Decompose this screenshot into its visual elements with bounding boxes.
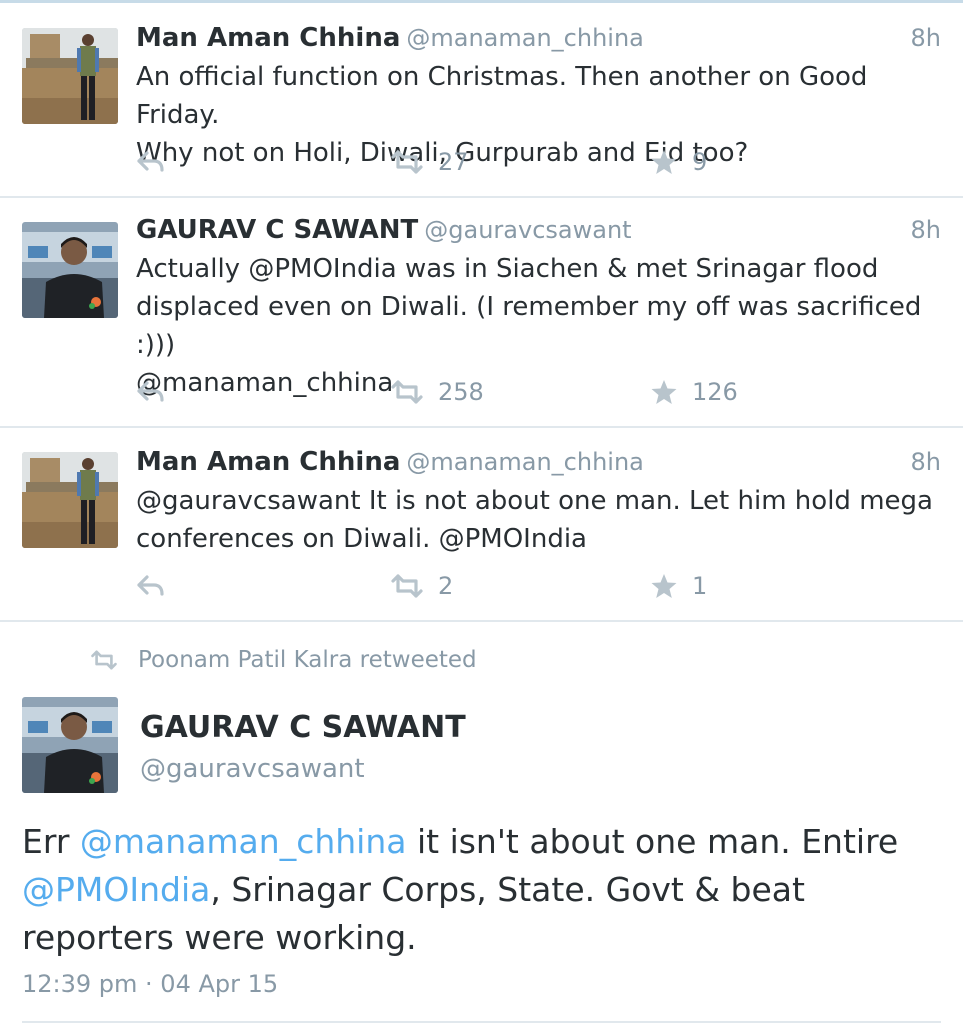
favorite-button[interactable]: 126 (650, 376, 738, 408)
favorite-button[interactable]: 1 (650, 570, 707, 602)
retweet-icon (391, 380, 423, 404)
retweet-button[interactable]: 27 (390, 146, 469, 178)
avatar[interactable] (22, 452, 118, 548)
author-handle[interactable]: @gauravcsawant (424, 216, 631, 244)
tweet-time: 8h (910, 448, 941, 476)
retweet-icon (391, 574, 423, 598)
tweet-item[interactable]: Man Aman Chhina @manaman_chhina 8h An off… (0, 4, 963, 198)
tweet-header: Man Aman Chhina @manaman_chhina 8h (136, 446, 941, 478)
retweet-icon (91, 650, 117, 670)
reply-button[interactable] (136, 570, 166, 602)
focused-author-name[interactable]: GAURAV C SAWANT (140, 710, 466, 745)
favorite-button[interactable]: 9 (650, 146, 707, 178)
tweet-header: Man Aman Chhina @manaman_chhina 8h (136, 22, 941, 54)
retweet-button[interactable]: 258 (390, 376, 484, 408)
reply-button[interactable] (136, 146, 166, 178)
reply-icon (137, 381, 164, 402)
author-name[interactable]: Man Aman Chhina (136, 447, 400, 477)
focused-timestamp[interactable]: 12:39 pm · 04 Apr 15 (22, 970, 278, 998)
retweeted-by-label: Poonam Patil Kalra retweeted (138, 647, 477, 673)
favorite-star-icon (651, 574, 677, 598)
retweet-button[interactable]: 2 (390, 570, 453, 602)
favorite-count: 1 (692, 572, 708, 600)
author-name[interactable]: GAURAV C SAWANT (136, 215, 418, 245)
avatar[interactable] (22, 222, 118, 318)
tweet-time: 8h (910, 24, 941, 52)
top-accent-line (0, 0, 963, 3)
focused-tweet-text: Err @manaman_chhina it isn't about one m… (22, 818, 952, 962)
retweet-icon (391, 150, 423, 174)
mention-link[interactable]: @PMOIndia (22, 870, 210, 909)
author-handle[interactable]: @manaman_chhina (406, 24, 644, 52)
favorite-star-icon (651, 150, 677, 174)
retweeted-by-line[interactable]: Poonam Patil Kalra retweeted (90, 644, 477, 676)
tweet-actions: 258 126 (136, 376, 836, 408)
favorite-count: 9 (692, 148, 708, 176)
author-handle[interactable]: @manaman_chhina (406, 448, 644, 476)
tweet-header: GAURAV C SAWANT @gauravcsawant 8h (136, 214, 941, 246)
tweet-item[interactable]: Man Aman Chhina @manaman_chhina 8h @gaura… (0, 428, 963, 622)
reply-icon (137, 151, 164, 172)
text-segment: Err (22, 822, 80, 861)
reply-button[interactable] (136, 376, 166, 408)
tweet-time: 8h (910, 216, 941, 244)
avatar[interactable] (22, 697, 118, 793)
focused-author-handle[interactable]: @gauravcsawant (140, 754, 365, 784)
retweet-count: 2 (438, 572, 454, 600)
avatar[interactable] (22, 28, 118, 124)
tweet-item[interactable]: GAURAV C SAWANT @gauravcsawant 8h Actuall… (0, 198, 963, 428)
favorite-star-icon (651, 380, 677, 404)
author-name[interactable]: Man Aman Chhina (136, 23, 400, 53)
tweet-text: @gauravcsawant It is not about one man. … (136, 486, 933, 554)
mention-link[interactable]: @manaman_chhina (80, 822, 407, 861)
favorite-count: 126 (692, 378, 738, 406)
text-segment: it isn't about one man. Entire (406, 822, 899, 861)
tweet-actions: 2 1 (136, 570, 836, 602)
tweet-actions: 27 9 (136, 146, 836, 178)
reply-icon (137, 575, 164, 596)
retweet-count: 27 (438, 148, 469, 176)
divider (22, 1021, 941, 1023)
retweet-count: 258 (438, 378, 484, 406)
